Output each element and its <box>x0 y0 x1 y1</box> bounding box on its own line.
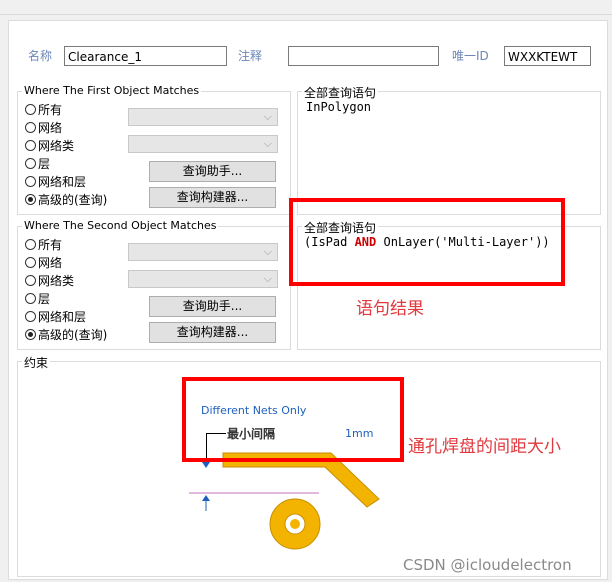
first-query-title: 全部查询语句 <box>302 84 379 101</box>
second-query-builder-button[interactable]: 查询构建器... <box>149 322 276 343</box>
first-option-net-and-layer[interactable]: 网络和层 <box>25 173 86 189</box>
first-option-net[interactable]: 网络 <box>25 119 62 135</box>
uid-label: 唯一ID <box>452 49 489 63</box>
option-label: 层 <box>38 291 51 306</box>
constraints-title: 约束 <box>22 354 51 371</box>
comment-label: 注释 <box>238 49 263 63</box>
chevron-down-icon: ⌵ <box>263 245 272 258</box>
radio-icon <box>25 238 36 250</box>
second-net-select[interactable]: ⌵ <box>128 243 278 261</box>
option-label: 网络类 <box>38 138 75 153</box>
option-label: 网络 <box>38 255 63 270</box>
chevron-down-icon: ⌵ <box>263 137 272 150</box>
uid-field[interactable]: WXXKTEWT <box>504 46 591 66</box>
second-option-advanced[interactable]: 高级的(查询) <box>25 326 107 342</box>
second-option-netclass[interactable]: 网络类 <box>25 272 74 288</box>
name-field[interactable]: Clearance_1 <box>64 46 227 66</box>
arrow-down-icon <box>202 462 210 468</box>
first-netclass-select[interactable]: ⌵ <box>128 135 278 153</box>
query-highlight-box <box>289 198 565 286</box>
radio-icon <box>25 310 36 322</box>
option-label: 网络类 <box>38 273 75 288</box>
first-match-title: Where The First Object Matches <box>22 84 202 97</box>
second-query-helper-button[interactable]: 查询助手... <box>149 296 276 317</box>
radio-icon <box>25 256 36 268</box>
via-pad-annotation: 通孔焊盘的间距大小 <box>408 437 561 457</box>
clearance-highlight-box <box>182 377 404 462</box>
option-label: 网络 <box>38 120 63 135</box>
chevron-down-icon: ⌵ <box>263 110 272 123</box>
option-label: 所有 <box>38 102 63 117</box>
first-option-netclass[interactable]: 网络类 <box>25 137 74 153</box>
second-netclass-select[interactable]: ⌵ <box>128 270 278 288</box>
second-match-title: Where The Second Object Matches <box>22 219 219 232</box>
option-label: 高级的(查询) <box>38 192 108 207</box>
arrow-up-icon <box>202 495 210 501</box>
watermark-text: CSDN @icloudelectron <box>403 556 572 574</box>
first-query-builder-button[interactable]: 查询构建器... <box>149 187 276 208</box>
radio-selected-icon <box>25 328 36 340</box>
via-center-shape <box>290 519 300 529</box>
option-label: 所有 <box>38 237 63 252</box>
second-option-all[interactable]: 所有 <box>25 236 62 252</box>
name-label: 名称 <box>28 49 53 63</box>
second-option-layer[interactable]: 层 <box>25 290 50 306</box>
first-query-text[interactable]: InPolygon <box>306 100 371 114</box>
radio-selected-icon <box>25 193 36 205</box>
radio-icon <box>25 292 36 304</box>
radio-icon <box>25 103 36 115</box>
title-bar <box>0 0 612 15</box>
option-label: 网络和层 <box>38 309 87 324</box>
first-query-helper-button[interactable]: 查询助手... <box>149 161 276 182</box>
radio-icon <box>25 157 36 169</box>
rule-editor-panel: 名称 Clearance_1 注释 唯一ID WXXKTEWT Where Th… <box>8 20 608 580</box>
first-option-all[interactable]: 所有 <box>25 101 62 117</box>
radio-icon <box>25 175 36 187</box>
option-label: 网络和层 <box>38 174 87 189</box>
second-option-net-and-layer[interactable]: 网络和层 <box>25 308 86 324</box>
query-result-annotation: 语句结果 <box>356 299 424 319</box>
option-label: 层 <box>38 156 51 171</box>
radio-icon <box>25 121 36 133</box>
second-option-net[interactable]: 网络 <box>25 254 62 270</box>
first-option-layer[interactable]: 层 <box>25 155 50 171</box>
radio-icon <box>25 274 36 286</box>
radio-icon <box>25 139 36 151</box>
comment-field[interactable] <box>288 46 439 66</box>
option-label: 高级的(查询) <box>38 327 108 342</box>
first-option-advanced[interactable]: 高级的(查询) <box>25 191 107 207</box>
first-net-select[interactable]: ⌵ <box>128 108 278 126</box>
chevron-down-icon: ⌵ <box>263 272 272 285</box>
